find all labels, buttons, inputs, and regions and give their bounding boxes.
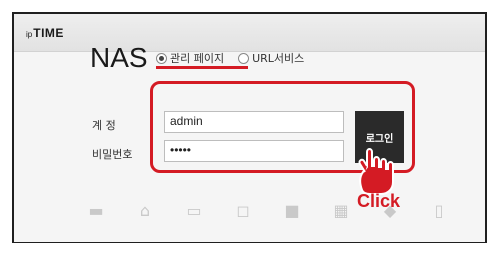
selected-underline bbox=[156, 66, 248, 69]
header-bar: ipTIME bbox=[14, 14, 485, 52]
radio-dot bbox=[238, 52, 250, 64]
hdd-icon: ▬ bbox=[88, 200, 104, 220]
radio-admin-page[interactable]: 관리 페이지 bbox=[156, 50, 224, 66]
mode-selector: 관리 페이지 URL서비스 bbox=[156, 50, 304, 66]
video-icon: ■ bbox=[284, 200, 300, 220]
radio-url-service[interactable]: URL서비스 bbox=[238, 50, 304, 66]
iptime-logo: ipTIME bbox=[26, 26, 64, 40]
password-label: 비밀번호 bbox=[92, 148, 133, 161]
camera-icon: ◻ bbox=[236, 200, 250, 220]
pointer-hand-icon bbox=[358, 148, 394, 195]
network-icon: ⌂ bbox=[139, 200, 151, 220]
radio-dot bbox=[156, 52, 167, 64]
phone-icon: ▯ bbox=[434, 200, 444, 220]
page-title: NAS bbox=[90, 42, 148, 73]
usb-icon: ◆ bbox=[383, 200, 397, 220]
apps-icon: ▦ bbox=[333, 200, 349, 220]
bottom-icons: ▬ ⌂ ▭ ◻ ■ ▦ ◆ ▯ bbox=[85, 200, 450, 220]
radio-label: URL서비스 bbox=[252, 52, 305, 65]
username-label: 계 정 bbox=[92, 119, 116, 132]
monitor-icon: ▭ bbox=[186, 200, 202, 220]
radio-label: 관리 페이지 bbox=[170, 52, 225, 65]
